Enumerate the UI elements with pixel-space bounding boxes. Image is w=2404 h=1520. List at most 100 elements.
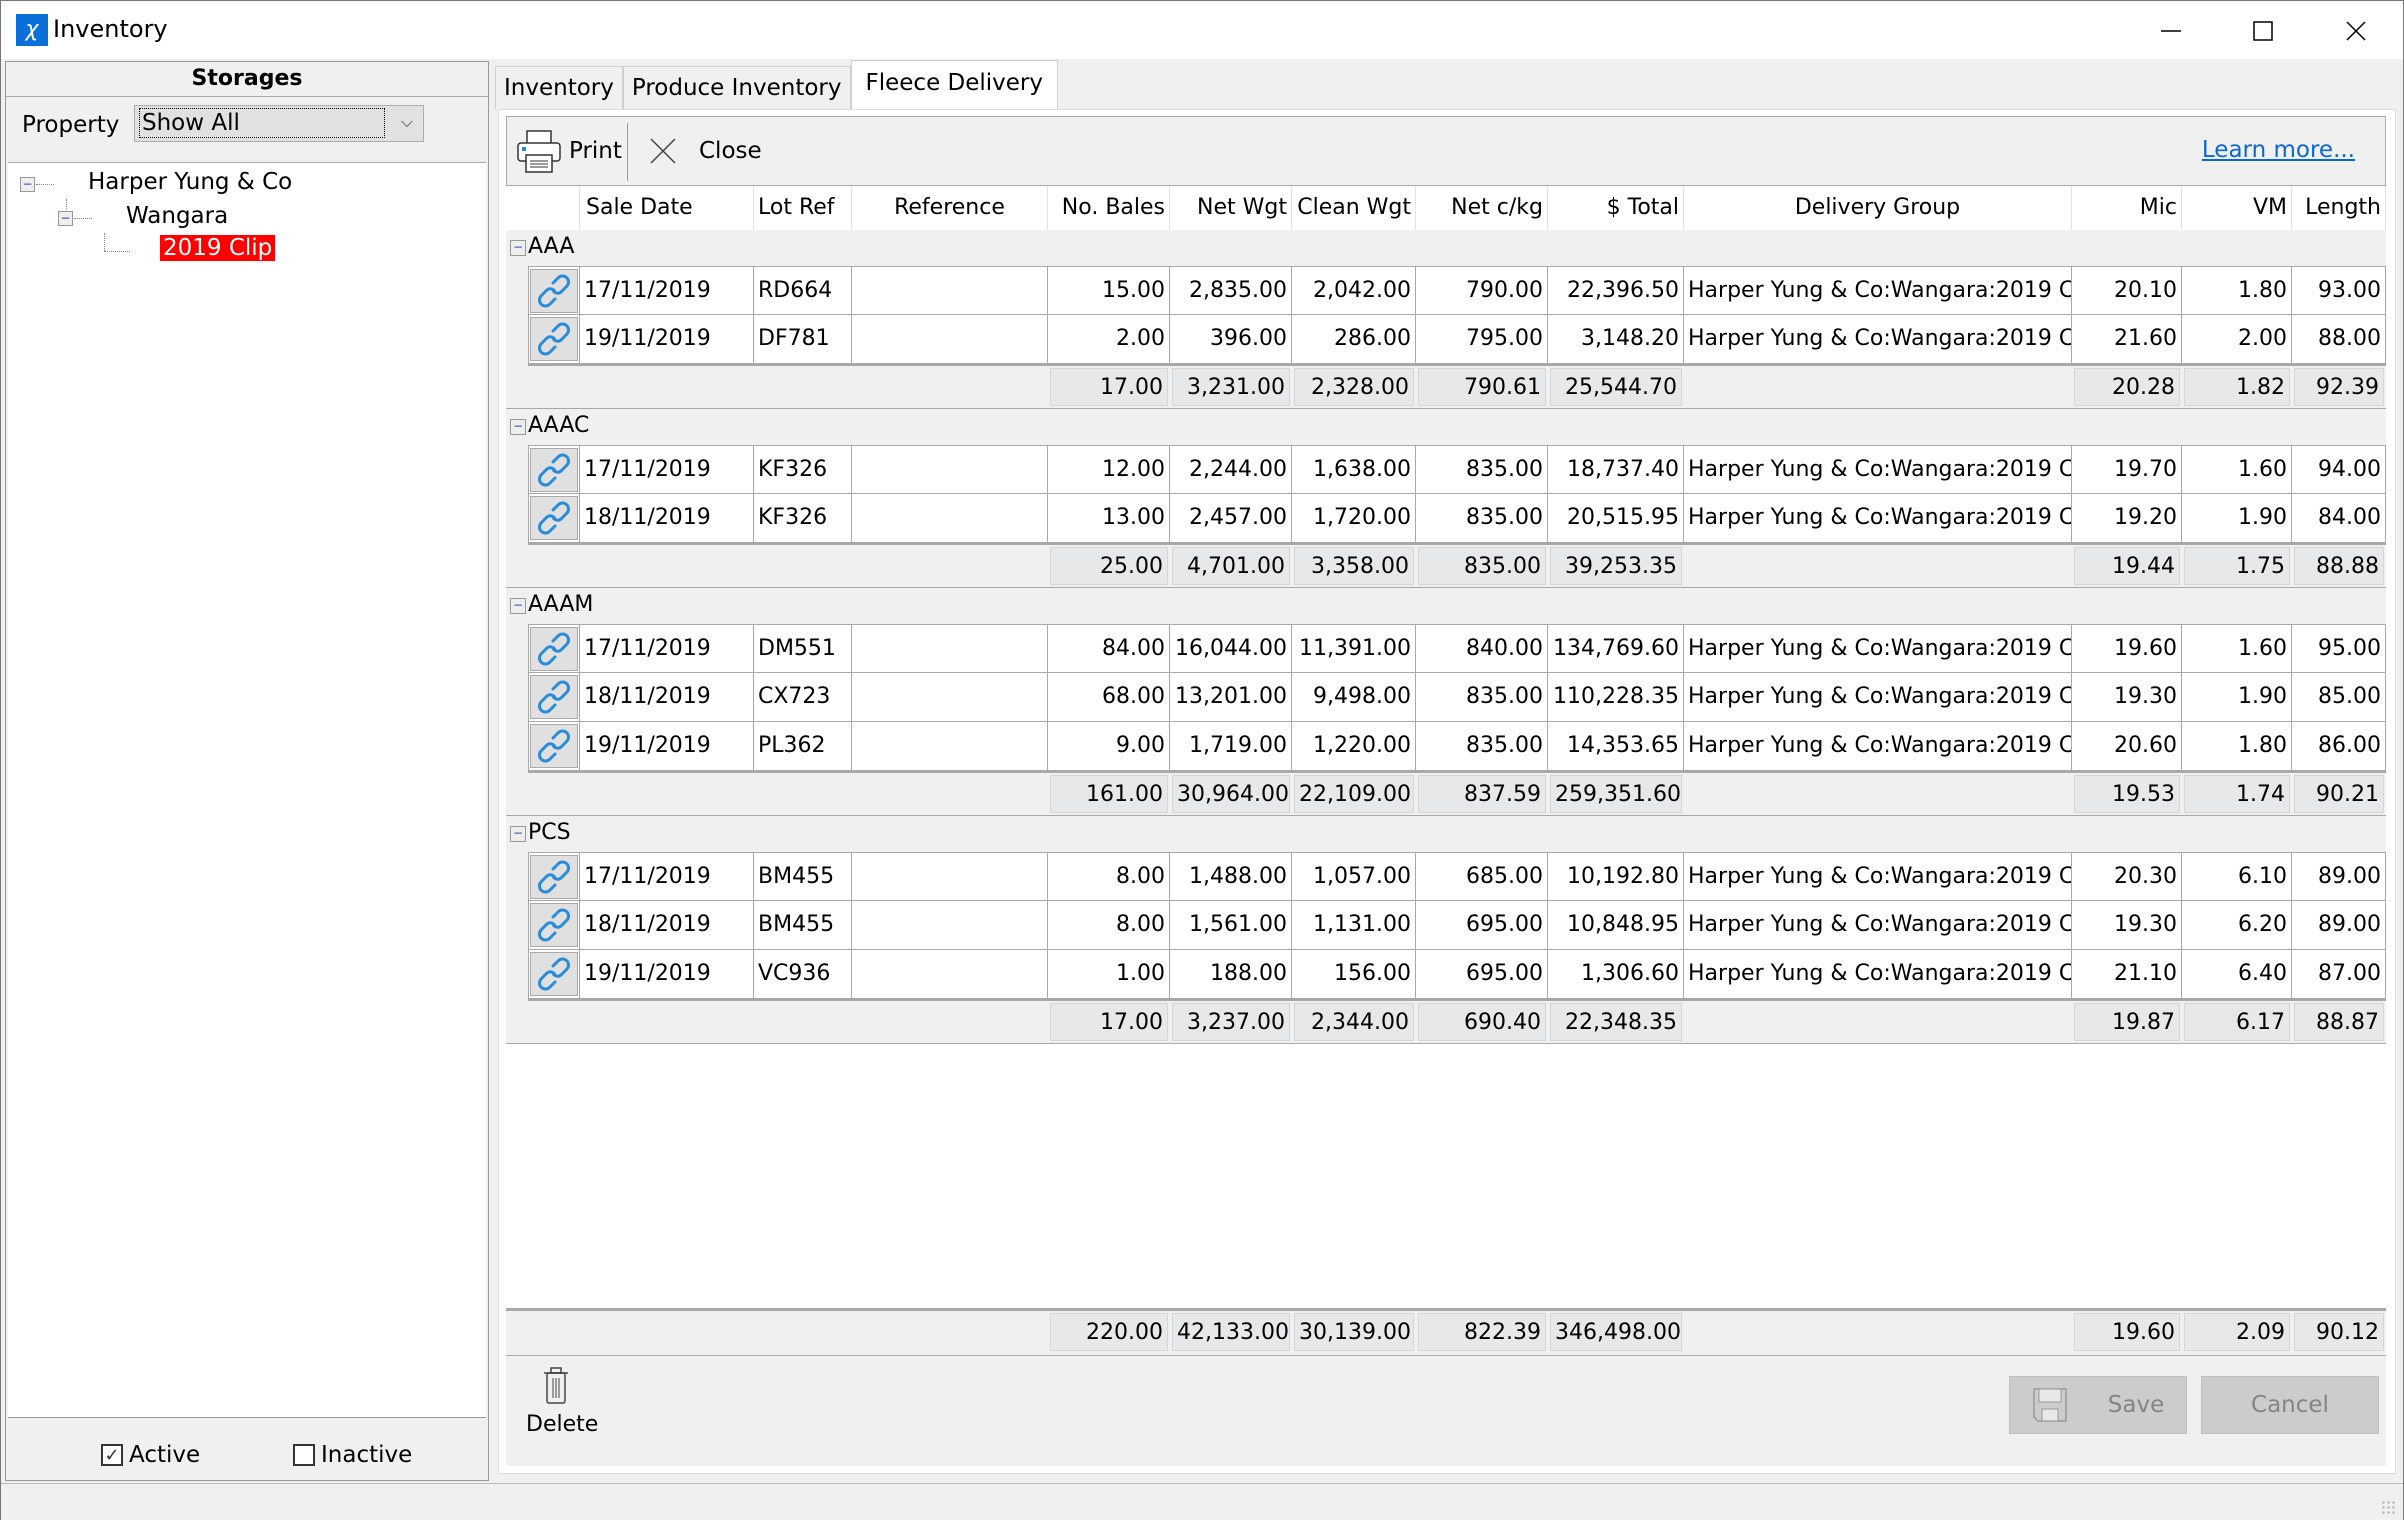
cell-group[interactable]: Harper Yung & Co:Wangara:2019 C <box>1684 853 2072 901</box>
column-header-no-bales[interactable]: No. Bales <box>1048 186 1170 230</box>
cell-ref[interactable] <box>852 494 1048 542</box>
link-lot-button[interactable] <box>530 675 578 719</box>
cell-group[interactable]: Harper Yung & Co:Wangara:2019 C <box>1684 901 2072 949</box>
inactive-checkbox[interactable]: Inactive <box>293 1442 412 1468</box>
delete-button[interactable]: Delete <box>526 1366 598 1437</box>
tree-expander-harper-yung[interactable]: − <box>20 177 35 192</box>
link-lot-button[interactable] <box>530 627 578 671</box>
cell-group[interactable]: Harper Yung & Co:Wangara:2019 C <box>1684 315 2072 363</box>
close-tab-button[interactable]: Close <box>647 125 762 177</box>
table-row[interactable]: 17/11/2019 RD664 15.00 2,835.00 2,042.00 790.… <box>528 266 2386 315</box>
group-header-pcs: − PCS <box>506 816 2386 852</box>
cell-ckg: 835.00 <box>1416 494 1548 542</box>
tree-expander-wangara[interactable]: − <box>58 211 73 226</box>
tab-inventory[interactable]: Inventory <box>495 66 623 109</box>
column-header-mic[interactable]: Mic <box>2072 186 2182 230</box>
table-row[interactable]: 17/11/2019 DM551 84.00 16,044.00 11,391.00 84… <box>528 624 2386 673</box>
cell-net: 1,488.00 <box>1170 853 1292 901</box>
close-x-icon <box>650 138 676 164</box>
maximize-button[interactable] <box>2233 11 2293 51</box>
cell-ref[interactable] <box>852 673 1048 721</box>
link-lot-button[interactable] <box>530 952 578 996</box>
column-header-net-wgt[interactable]: Net Wgt <box>1170 186 1292 230</box>
column-header-reference[interactable]: Reference <box>852 186 1048 230</box>
close-window-button[interactable] <box>2326 11 2386 51</box>
link-lot-button[interactable] <box>530 724 578 768</box>
cell-ref[interactable] <box>852 625 1048 673</box>
cell-group[interactable]: Harper Yung & Co:Wangara:2019 C <box>1684 267 2072 315</box>
cell-group[interactable]: Harper Yung & Co:Wangara:2019 C <box>1684 673 2072 721</box>
minimize-button[interactable] <box>2141 11 2201 51</box>
column-header-net-c-kg[interactable]: Net c/kg <box>1416 186 1548 230</box>
learn-more-link[interactable]: Learn more... <box>2202 137 2355 163</box>
link-lot-button[interactable] <box>530 855 578 899</box>
cell-group[interactable]: Harper Yung & Co:Wangara:2019 C <box>1684 494 2072 542</box>
save-button[interactable]: Save <box>2009 1376 2187 1434</box>
collapse-group-toggle[interactable]: − <box>510 419 526 435</box>
cell-total: 3,148.20 <box>1548 315 1684 363</box>
table-row[interactable]: 18/11/2019 KF326 13.00 2,457.00 1,720.00 835.… <box>528 494 2386 543</box>
cell-group[interactable]: Harper Yung & Co:Wangara:2019 C <box>1684 950 2072 998</box>
link-lot-button[interactable] <box>530 448 578 492</box>
link-icon <box>538 908 570 942</box>
link-lot-button[interactable] <box>530 269 578 313</box>
column-header-delivery-group[interactable]: Delivery Group <box>1684 186 2072 230</box>
collapse-group-toggle[interactable]: − <box>510 826 526 842</box>
cell-ref[interactable] <box>852 267 1048 315</box>
table-row[interactable]: 17/11/2019 BM455 8.00 1,488.00 1,057.00 685.0… <box>528 852 2386 901</box>
cell-group[interactable]: Harper Yung & Co:Wangara:2019 C <box>1684 722 2072 770</box>
cell-ref[interactable] <box>852 315 1048 363</box>
tab-fleece-delivery[interactable]: Fleece Delivery <box>850 60 1058 109</box>
column-header-sale-date[interactable]: Sale Date <box>580 186 754 230</box>
cell-lot: PL362 <box>754 722 852 770</box>
tree-connector <box>104 233 105 251</box>
table-row[interactable]: 19/11/2019 VC936 1.00 188.00 156.00 695.00 1,3… <box>528 950 2386 999</box>
tree-connector <box>66 199 67 209</box>
subtotal-row: 17.00 3,237.00 2,344.00 690.40 22,348.35 19.8… <box>528 998 2386 1042</box>
collapse-group-toggle[interactable]: − <box>510 240 526 256</box>
cell-total: 18,737.40 <box>1548 446 1684 494</box>
column-header-vm[interactable]: VM <box>2182 186 2292 230</box>
subtotal-net: 3,237.00 <box>1172 1003 1290 1041</box>
print-label: Print <box>569 138 622 164</box>
tab-produce-inventory[interactable]: Produce Inventory <box>622 66 851 109</box>
cell-ref[interactable] <box>852 950 1048 998</box>
column-header-lot-ref[interactable]: Lot Ref <box>754 186 852 230</box>
link-lot-button[interactable] <box>530 317 578 361</box>
cell-ref[interactable] <box>852 853 1048 901</box>
resize-grip-icon[interactable] <box>2381 1500 2397 1516</box>
print-button[interactable]: Print <box>515 125 622 177</box>
table-row[interactable]: 19/11/2019 DF781 2.00 396.00 286.00 795.00 3,1… <box>528 315 2386 364</box>
link-icon <box>538 501 570 535</box>
table-row[interactable]: 17/11/2019 KF326 12.00 2,244.00 1,638.00 835.… <box>528 445 2386 494</box>
tree-node-harper-yung[interactable]: Harper Yung & Co <box>88 169 292 195</box>
column-header-clean-wgt[interactable]: Clean Wgt <box>1292 186 1416 230</box>
unchecked-box-icon <box>293 1444 315 1466</box>
table-row[interactable]: 18/11/2019 BM455 8.00 1,561.00 1,131.00 695.0… <box>528 901 2386 950</box>
tree-node-2019-clip[interactable]: 2019 Clip <box>160 235 276 261</box>
cell-ref[interactable] <box>852 722 1048 770</box>
status-bar <box>1 1483 2403 1520</box>
cell-group[interactable]: Harper Yung & Co:Wangara:2019 C <box>1684 446 2072 494</box>
cell-mic: 19.30 <box>2072 673 2182 721</box>
link-lot-button[interactable] <box>530 496 578 540</box>
cell-group[interactable]: Harper Yung & Co:Wangara:2019 C <box>1684 625 2072 673</box>
cell-clean: 2,042.00 <box>1292 267 1416 315</box>
table-row[interactable]: 19/11/2019 PL362 9.00 1,719.00 1,220.00 835.0… <box>528 722 2386 771</box>
link-lot-button[interactable] <box>530 903 578 947</box>
collapse-group-toggle[interactable]: − <box>510 598 526 614</box>
cell-ref[interactable] <box>852 446 1048 494</box>
cancel-button[interactable]: Cancel <box>2201 1376 2379 1434</box>
property-select[interactable]: Show All ⌵ <box>134 105 424 142</box>
cell-net: 2,835.00 <box>1170 267 1292 315</box>
active-label: Active <box>129 1442 201 1468</box>
active-checkbox[interactable]: ✓ Active <box>101 1442 200 1468</box>
tree-connector <box>36 184 54 185</box>
column-header-link[interactable] <box>506 186 580 230</box>
tree-node-wangara[interactable]: Wangara <box>126 203 228 229</box>
cell-clean: 156.00 <box>1292 950 1416 998</box>
column-header-total[interactable]: $ Total <box>1548 186 1684 230</box>
column-header-length[interactable]: Length <box>2292 186 2386 230</box>
cell-ref[interactable] <box>852 901 1048 949</box>
table-row[interactable]: 18/11/2019 CX723 68.00 13,201.00 9,498.00 835… <box>528 673 2386 722</box>
